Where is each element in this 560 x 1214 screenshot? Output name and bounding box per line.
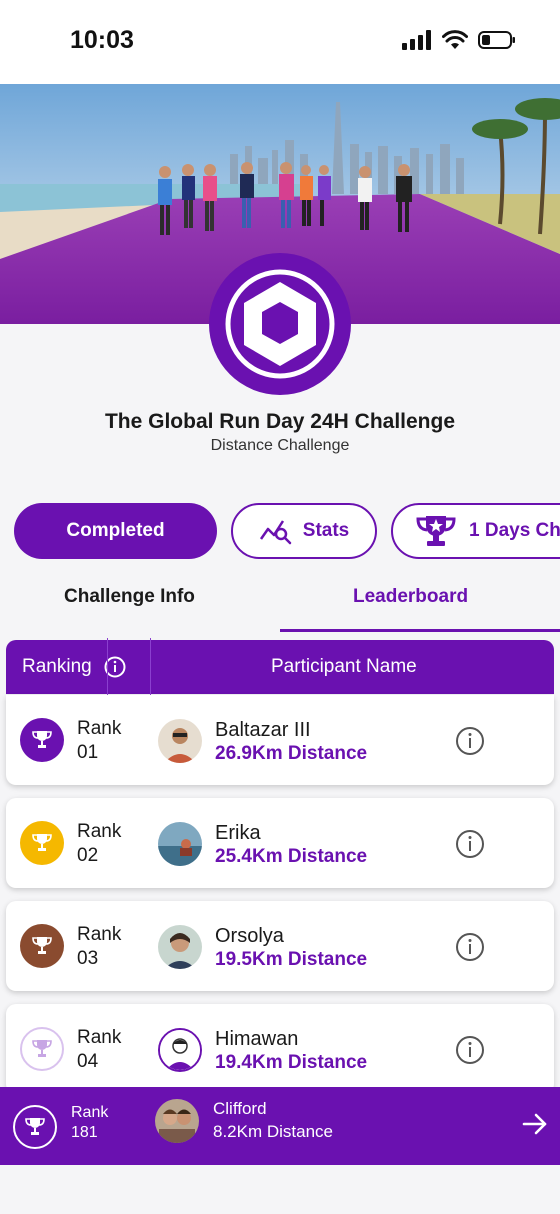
days-label: 1 Days Ch — [469, 520, 560, 541]
avatar — [158, 719, 202, 763]
hexagon-cube-logo-icon — [225, 269, 335, 379]
status-icons — [402, 30, 516, 50]
tab-challenge-info[interactable]: Challenge Info — [64, 586, 195, 608]
rank-number: 181 — [71, 1124, 98, 1141]
my-name: Clifford — [213, 1099, 267, 1118]
participant-name: Orsolya — [215, 925, 284, 947]
rank-number: 03 — [77, 948, 99, 969]
rank-word: Rank — [77, 821, 122, 842]
days-challenge-button[interactable]: 1 Days Ch — [391, 503, 560, 559]
ranking-header-label: Ranking — [22, 656, 92, 677]
leaderboard-row[interactable]: Rank 01 Baltazar III 26.9Km Distance — [6, 695, 554, 785]
participant-name: Baltazar III — [215, 719, 311, 741]
participant-distance: 19.4Km Distance — [215, 1052, 368, 1073]
stats-button[interactable]: Stats — [231, 503, 377, 559]
avatar — [158, 925, 202, 969]
avatar-placeholder-icon — [158, 1028, 202, 1072]
info-icon[interactable] — [455, 726, 485, 756]
challenge-chips: Completed Stats 1 Days Ch — [14, 503, 560, 561]
trophy-icon — [32, 834, 52, 851]
rank-word: Rank — [77, 718, 122, 739]
rank-number: 04 — [77, 1051, 99, 1072]
rank-label: Rank 04 — [77, 1026, 121, 1074]
rank-label: Rank 01 — [77, 717, 121, 765]
rank-label: Rank 03 — [77, 923, 121, 971]
participant-distance: 26.9Km Distance — [215, 743, 368, 764]
leaderboard-row[interactable]: Rank 02 Erika 25.4Km Distance — [6, 798, 554, 888]
participant-distance: 19.5Km Distance — [215, 949, 368, 970]
participant-name-column-header: Participant Name — [271, 656, 417, 677]
rank-badge — [20, 821, 64, 865]
rank-label: Rank 02 — [77, 820, 121, 868]
leaderboard-header: Ranking Participant Name — [6, 638, 554, 696]
challenge-tabs: Challenge Info Leaderboard — [0, 580, 560, 634]
completed-button[interactable]: Completed — [14, 503, 217, 559]
leaderboard-row[interactable]: Rank 03 Orsolya 19.5Km Distance — [6, 901, 554, 991]
trophy-icon — [32, 1040, 52, 1057]
my-rank-label: Rank 181 — [71, 1103, 108, 1143]
trophy-icon — [416, 516, 456, 546]
info-icon[interactable] — [455, 829, 485, 859]
trophy-icon — [25, 1118, 45, 1135]
wifi-icon — [442, 30, 468, 49]
challenge-logo — [209, 253, 351, 395]
participant-name: Himawan — [215, 1028, 299, 1050]
rank-badge — [20, 1027, 64, 1071]
rank-badge — [20, 924, 64, 968]
my-rank-badge — [13, 1105, 57, 1149]
info-icon[interactable] — [455, 1035, 485, 1065]
rank-word: Rank — [71, 1104, 109, 1121]
trophy-icon — [32, 937, 52, 954]
completed-label: Completed — [66, 520, 165, 541]
rank-number: 01 — [77, 742, 99, 763]
stats-label: Stats — [302, 520, 350, 541]
rank-word: Rank — [77, 1027, 122, 1048]
challenge-title: The Global Run Day 24H Challenge — [104, 410, 456, 433]
avatar — [158, 822, 202, 866]
cellular-signal-icon — [402, 30, 431, 50]
stats-chart-search-icon — [259, 520, 292, 545]
leaderboard-row[interactable]: Rank 04 Himawan 19.4Km Distance — [6, 1004, 554, 1094]
my-rank-bar[interactable]: Rank 181 Clifford 8.2Km Distance — [0, 1087, 560, 1165]
participant-distance: 25.4Km Distance — [215, 846, 368, 867]
status-bar: 10:03 — [0, 0, 560, 84]
battery-icon — [478, 31, 515, 49]
rank-word: Rank — [77, 924, 122, 945]
active-tab-indicator — [280, 629, 560, 632]
my-distance: 8.2Km Distance — [213, 1122, 333, 1141]
info-icon[interactable] — [455, 932, 485, 962]
rank-badge — [20, 718, 64, 762]
avatar — [155, 1099, 199, 1143]
trophy-icon — [32, 731, 52, 748]
tab-leaderboard[interactable]: Leaderboard — [353, 586, 468, 608]
header-divider — [107, 638, 151, 696]
rank-number: 02 — [77, 845, 99, 866]
arrow-right-icon[interactable] — [520, 1109, 550, 1139]
status-time: 10:03 — [70, 26, 134, 54]
participant-name: Erika — [215, 822, 261, 844]
challenge-subtitle: Distance Challenge — [210, 437, 350, 454]
